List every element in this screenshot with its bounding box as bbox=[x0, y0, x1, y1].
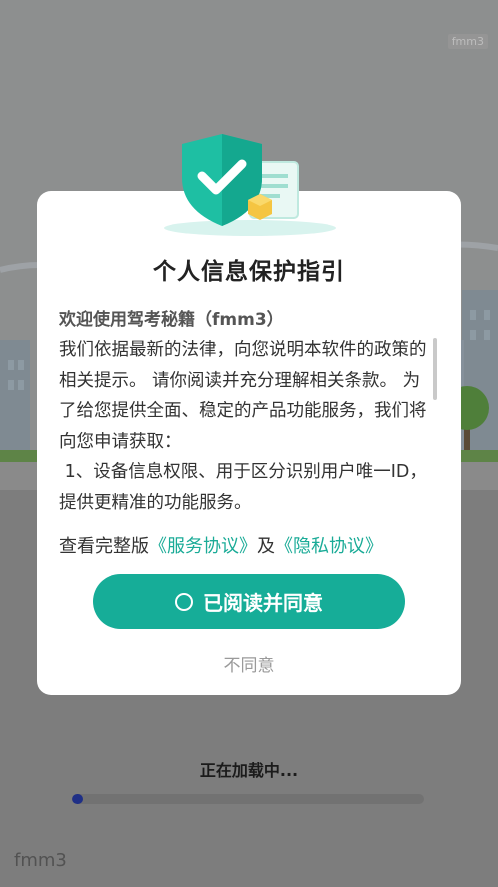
content-scrollbar[interactable] bbox=[433, 338, 437, 400]
dialog-scroll-content[interactable]: 欢迎使用驾考秘籍（fmm3） 我们依据最新的法律，向您说明本软件的政策的相关提示… bbox=[59, 305, 431, 515]
loading-progress-bar bbox=[72, 794, 424, 804]
links-and-text: 及 bbox=[257, 536, 275, 557]
agreement-links-row: 查看完整版《服务协议》及《隐私协议》 bbox=[59, 532, 449, 558]
footer-brand-text: fmm3 bbox=[14, 850, 67, 871]
links-prefix-text: 查看完整版 bbox=[59, 536, 149, 557]
disagree-button[interactable]: 不同意 bbox=[37, 651, 461, 676]
loading-status-text: 正在加载中... bbox=[199, 761, 299, 780]
welcome-heading: 欢迎使用驾考秘籍（fmm3） bbox=[59, 310, 284, 330]
service-agreement-link[interactable]: 《服务协议》 bbox=[149, 536, 257, 557]
corner-watermark-tag: fmm3 bbox=[447, 34, 488, 49]
dialog-title: 个人信息保护指引 bbox=[153, 259, 345, 285]
privacy-agreement-link[interactable]: 《隐私协议》 bbox=[275, 536, 383, 557]
shield-check-icon bbox=[164, 134, 336, 236]
privacy-content-text: 我们依据最新的法律，向您说明本软件的政策的相关提示。 请你阅读并充分理解相关条款… bbox=[59, 340, 427, 513]
agree-button-label: 已阅读并同意 bbox=[203, 591, 323, 615]
radio-circle-icon bbox=[175, 592, 193, 611]
agree-button[interactable]: 已阅读并同意 bbox=[93, 574, 405, 629]
loading-progress-fill bbox=[72, 794, 83, 804]
